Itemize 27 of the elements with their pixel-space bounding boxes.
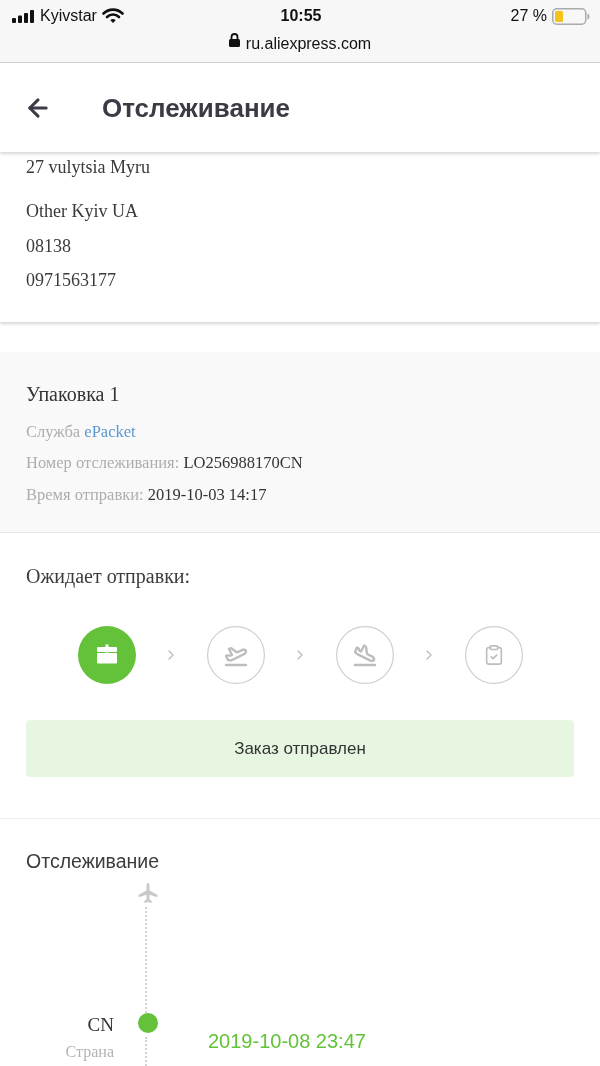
timeline-connector <box>145 1037 147 1066</box>
tracking-number-label: Номер отслеживания: <box>26 453 180 472</box>
package-title: Упаковка 1 <box>26 381 120 407</box>
url-text[interactable]: ru.aliexpress.com <box>245 33 372 55</box>
status-banner: Заказ отправлен <box>26 720 574 777</box>
ship-time: 2019-10-03 14:17 <box>147 484 267 504</box>
page-title: Отслеживание <box>102 91 291 124</box>
address-line: 0971563177 <box>26 269 116 292</box>
address-line: 27 vulytsia Myru <box>26 156 150 179</box>
address-line: 08138 <box>26 234 71 258</box>
status-title: Ожидает отправки: <box>26 564 191 590</box>
battery-icon <box>552 7 590 25</box>
lock-icon <box>228 33 240 47</box>
plane-icon <box>138 883 158 903</box>
tracking-title: Отслеживание <box>26 849 160 874</box>
wifi-icon <box>101 8 124 24</box>
signal-icon <box>12 9 35 23</box>
region-code: CN <box>87 1013 114 1037</box>
tracking-number: LO256988170CN <box>183 453 303 472</box>
clock-time: 10:55 <box>280 6 322 26</box>
address-line: Other Kyiv UA <box>26 200 138 223</box>
region-label: Страна <box>65 1042 114 1063</box>
event-time: 2019-10-08 23:47 <box>208 1030 366 1052</box>
carrier-name: Kyivstar <box>40 6 97 26</box>
service-label: Служба <box>26 421 81 441</box>
ship-time-label: Время отправки: <box>26 484 144 504</box>
battery-percent: 27 % <box>510 6 547 26</box>
